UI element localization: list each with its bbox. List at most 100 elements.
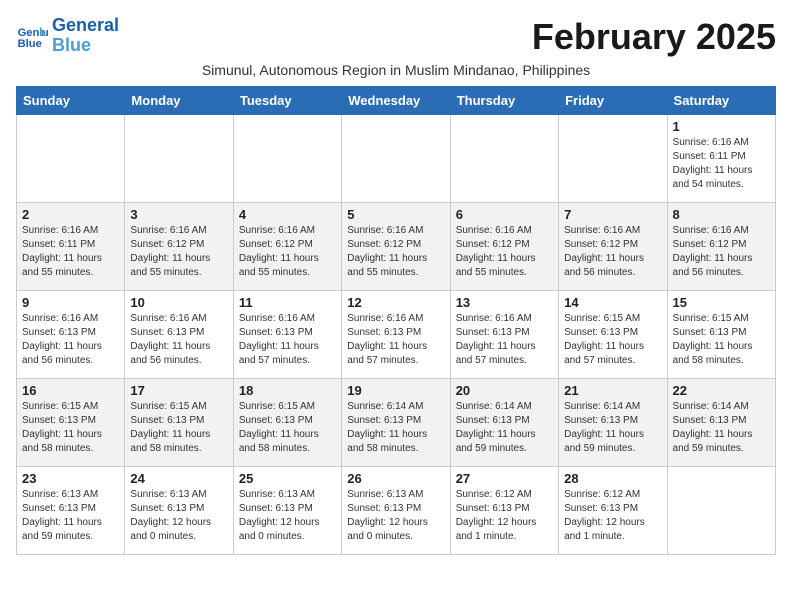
day-number: 28 [564, 471, 661, 486]
calendar-week-row: 1Sunrise: 6:16 AM Sunset: 6:11 PM Daylig… [17, 115, 776, 203]
day-number: 14 [564, 295, 661, 310]
calendar-cell: 2Sunrise: 6:16 AM Sunset: 6:11 PM Daylig… [17, 203, 125, 291]
calendar-cell: 25 Sunrise: 6:13 AM Sunset: 6:13 PM Dayli… [233, 467, 341, 555]
day-number: 23 [22, 471, 119, 486]
day-number: 11 [239, 295, 336, 310]
day-info: Sunrise: 6:13 AM Sunset: 6:13 PM Dayligh… [22, 488, 119, 544]
day-info: Sunrise: 6:13 AM Sunset: 6:13 PM Dayligh… [347, 488, 444, 544]
day-number: 4 [239, 207, 336, 222]
calendar-cell: 17Sunrise: 6:15 AM Sunset: 6:13 PM Dayli… [125, 379, 233, 467]
day-info: Sunrise: 6:12 AM Sunset: 6:13 PM Dayligh… [456, 488, 553, 544]
day-number: 16 [22, 383, 119, 398]
day-info: Sunrise: 6:16 AM Sunset: 6:13 PM Dayligh… [22, 312, 119, 368]
day-number: 15 [673, 295, 770, 310]
calendar-cell: 13 Sunrise: 6:16 AM Sunset: 6:13 PM Dayli… [450, 291, 558, 379]
calendar-cell [667, 467, 775, 555]
calendar-table: SundayMondayTuesdayWednesdayThursdayFrid… [16, 86, 776, 555]
day-info: Sunrise: 6:15 AM Sunset: 6:13 PM Dayligh… [564, 312, 661, 368]
calendar-cell: 7 Sunrise: 6:16 AM Sunset: 6:12 PM Daylig… [559, 203, 667, 291]
day-number: 8 [673, 207, 770, 222]
calendar-week-row: 9Sunrise: 6:16 AM Sunset: 6:13 PM Daylig… [17, 291, 776, 379]
calendar-cell: 14 Sunrise: 6:15 AM Sunset: 6:13 PM Dayli… [559, 291, 667, 379]
calendar-cell: 26 Sunrise: 6:13 AM Sunset: 6:13 PM Dayli… [342, 467, 450, 555]
calendar-cell: 19Sunrise: 6:14 AM Sunset: 6:13 PM Dayli… [342, 379, 450, 467]
day-info: Sunrise: 6:16 AM Sunset: 6:13 PM Dayligh… [239, 312, 336, 368]
logo: General Blue General Blue [16, 16, 119, 56]
day-info: Sunrise: 6:15 AM Sunset: 6:13 PM Dayligh… [22, 400, 119, 456]
svg-text:Blue: Blue [18, 38, 42, 50]
calendar-cell [233, 115, 341, 203]
page-header: General Blue General Blue February 2025 [16, 16, 776, 58]
day-number: 6 [456, 207, 553, 222]
calendar-cell: 22 Sunrise: 6:14 AM Sunset: 6:13 PM Dayli… [667, 379, 775, 467]
calendar-cell [17, 115, 125, 203]
day-number: 27 [456, 471, 553, 486]
calendar-week-row: 2Sunrise: 6:16 AM Sunset: 6:11 PM Daylig… [17, 203, 776, 291]
day-number: 19 [347, 383, 444, 398]
day-info: Sunrise: 6:16 AM Sunset: 6:12 PM Dayligh… [564, 224, 661, 280]
day-info: Sunrise: 6:14 AM Sunset: 6:13 PM Dayligh… [456, 400, 553, 456]
logo-text: General Blue [52, 16, 119, 56]
calendar-cell: 4 Sunrise: 6:16 AM Sunset: 6:12 PM Daylig… [233, 203, 341, 291]
day-number: 25 [239, 471, 336, 486]
calendar-cell: 28 Sunrise: 6:12 AM Sunset: 6:13 PM Dayli… [559, 467, 667, 555]
day-number: 5 [347, 207, 444, 222]
calendar-cell: 8 Sunrise: 6:16 AM Sunset: 6:12 PM Daylig… [667, 203, 775, 291]
calendar-cell: 16 Sunrise: 6:15 AM Sunset: 6:13 PM Dayli… [17, 379, 125, 467]
day-info: Sunrise: 6:15 AM Sunset: 6:13 PM Dayligh… [673, 312, 770, 368]
day-number: 20 [456, 383, 553, 398]
day-number: 13 [456, 295, 553, 310]
calendar-cell [342, 115, 450, 203]
day-info: Sunrise: 6:13 AM Sunset: 6:13 PM Dayligh… [239, 488, 336, 544]
month-title: February 2025 [532, 16, 776, 58]
day-number: 21 [564, 383, 661, 398]
logo-icon: General Blue [16, 20, 48, 52]
day-info: Sunrise: 6:16 AM Sunset: 6:11 PM Dayligh… [22, 224, 119, 280]
day-number: 12 [347, 295, 444, 310]
calendar-cell: 21 Sunrise: 6:14 AM Sunset: 6:13 PM Dayli… [559, 379, 667, 467]
calendar-header-row: SundayMondayTuesdayWednesdayThursdayFrid… [17, 87, 776, 115]
day-info: Sunrise: 6:14 AM Sunset: 6:13 PM Dayligh… [673, 400, 770, 456]
calendar-cell: 6 Sunrise: 6:16 AM Sunset: 6:12 PM Daylig… [450, 203, 558, 291]
day-info: Sunrise: 6:16 AM Sunset: 6:11 PM Dayligh… [673, 136, 770, 192]
day-info: Sunrise: 6:16 AM Sunset: 6:13 PM Dayligh… [456, 312, 553, 368]
calendar-cell: 9Sunrise: 6:16 AM Sunset: 6:13 PM Daylig… [17, 291, 125, 379]
day-info: Sunrise: 6:16 AM Sunset: 6:12 PM Dayligh… [673, 224, 770, 280]
day-of-week-header: Tuesday [233, 87, 341, 115]
calendar-cell: 1Sunrise: 6:16 AM Sunset: 6:11 PM Daylig… [667, 115, 775, 203]
day-number: 17 [130, 383, 227, 398]
calendar-cell [559, 115, 667, 203]
calendar-cell: 24 Sunrise: 6:13 AM Sunset: 6:13 PM Dayli… [125, 467, 233, 555]
calendar-cell: 5 Sunrise: 6:16 AM Sunset: 6:12 PM Daylig… [342, 203, 450, 291]
calendar-week-row: 16 Sunrise: 6:15 AM Sunset: 6:13 PM Dayli… [17, 379, 776, 467]
day-info: Sunrise: 6:12 AM Sunset: 6:13 PM Dayligh… [564, 488, 661, 544]
calendar-cell [450, 115, 558, 203]
calendar-cell: 20 Sunrise: 6:14 AM Sunset: 6:13 PM Dayli… [450, 379, 558, 467]
day-info: Sunrise: 6:14 AM Sunset: 6:13 PM Dayligh… [564, 400, 661, 456]
day-number: 24 [130, 471, 227, 486]
day-info: Sunrise: 6:16 AM Sunset: 6:12 PM Dayligh… [347, 224, 444, 280]
day-of-week-header: Thursday [450, 87, 558, 115]
day-of-week-header: Monday [125, 87, 233, 115]
day-number: 7 [564, 207, 661, 222]
calendar-cell: 15 Sunrise: 6:15 AM Sunset: 6:13 PM Dayli… [667, 291, 775, 379]
day-info: Sunrise: 6:16 AM Sunset: 6:13 PM Dayligh… [130, 312, 227, 368]
day-number: 26 [347, 471, 444, 486]
day-number: 22 [673, 383, 770, 398]
day-number: 10 [130, 295, 227, 310]
calendar-cell: 10 Sunrise: 6:16 AM Sunset: 6:13 PM Dayli… [125, 291, 233, 379]
day-number: 3 [130, 207, 227, 222]
calendar-cell: 12 Sunrise: 6:16 AM Sunset: 6:13 PM Dayli… [342, 291, 450, 379]
day-info: Sunrise: 6:13 AM Sunset: 6:13 PM Dayligh… [130, 488, 227, 544]
calendar-cell: 27 Sunrise: 6:12 AM Sunset: 6:13 PM Dayli… [450, 467, 558, 555]
calendar-week-row: 23 Sunrise: 6:13 AM Sunset: 6:13 PM Dayli… [17, 467, 776, 555]
day-number: 18 [239, 383, 336, 398]
day-info: Sunrise: 6:16 AM Sunset: 6:13 PM Dayligh… [347, 312, 444, 368]
day-of-week-header: Wednesday [342, 87, 450, 115]
day-of-week-header: Friday [559, 87, 667, 115]
day-info: Sunrise: 6:16 AM Sunset: 6:12 PM Dayligh… [239, 224, 336, 280]
day-info: Sunrise: 6:16 AM Sunset: 6:12 PM Dayligh… [456, 224, 553, 280]
day-info: Sunrise: 6:16 AM Sunset: 6:12 PM Dayligh… [130, 224, 227, 280]
day-info: Sunrise: 6:15 AM Sunset: 6:13 PM Dayligh… [239, 400, 336, 456]
day-of-week-header: Saturday [667, 87, 775, 115]
